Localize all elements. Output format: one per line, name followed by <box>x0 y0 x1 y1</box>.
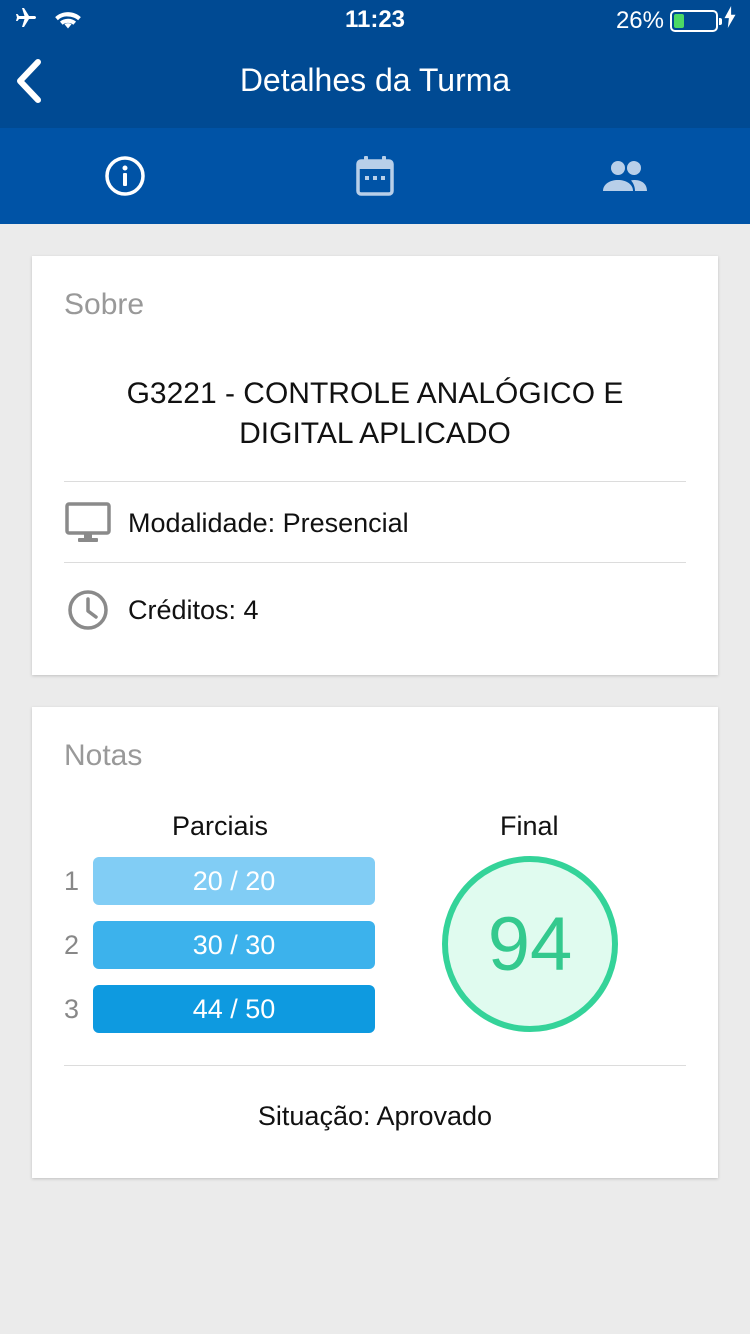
partial-index: 3 <box>64 993 80 1024</box>
charging-bolt-icon <box>724 6 736 35</box>
situation-text: Situação: Aprovado <box>257 1101 493 1131</box>
tab-people[interactable] <box>500 128 750 224</box>
tab-bar <box>0 128 750 224</box>
credits-text: Créditos: 4 <box>128 594 259 625</box>
page-title: Detalhes da Turma <box>239 62 511 98</box>
course-title: G3221 - CONTROLE ANALÓGICO E DIGITAL APL… <box>126 377 624 450</box>
partial-grade-bar: 20 / 20 <box>93 857 375 905</box>
modality-text: Modalidade: Presencial <box>128 507 409 538</box>
divider <box>64 562 686 563</box>
calendar-icon <box>356 156 394 196</box>
monitor-icon <box>64 502 112 544</box>
divider <box>64 1065 686 1066</box>
divider <box>64 481 686 482</box>
about-heading: Sobre <box>64 288 145 321</box>
partials-label: Parciais <box>172 811 269 841</box>
partial-grade-row: 3 44 / 50 <box>64 985 375 1033</box>
partial-grade-bar: 44 / 50 <box>93 985 375 1033</box>
modality-row: Modalidade: Presencial <box>64 493 686 553</box>
info-icon <box>105 156 145 196</box>
credits-row: Créditos: 4 <box>64 580 686 640</box>
battery-level <box>674 13 685 28</box>
grades-heading: Notas <box>64 739 143 772</box>
partial-grade-row: 1 20 / 20 <box>64 857 375 905</box>
final-grade-circle: 94 <box>442 856 618 1032</box>
grades-card: Notas Parciais Final 1 20 / 20 2 30 / 30… <box>32 707 718 1178</box>
tab-info[interactable] <box>0 128 250 224</box>
partial-index: 2 <box>64 929 80 960</box>
status-bar: 11:23 26% <box>0 0 750 40</box>
battery-percent: 26% <box>615 6 664 34</box>
partial-index: 1 <box>64 865 80 896</box>
partial-grade-row: 2 30 / 30 <box>64 921 375 969</box>
people-icon <box>603 161 647 191</box>
battery-icon <box>670 9 722 32</box>
nav-bar: Detalhes da Turma <box>0 40 750 128</box>
tab-calendar[interactable] <box>250 128 500 224</box>
about-card: Sobre G3221 - CONTROLE ANALÓGICO E DIGIT… <box>32 256 718 675</box>
clock-icon <box>64 589 112 631</box>
partial-grade-bar: 30 / 30 <box>93 921 375 969</box>
final-label: Final <box>500 811 559 841</box>
